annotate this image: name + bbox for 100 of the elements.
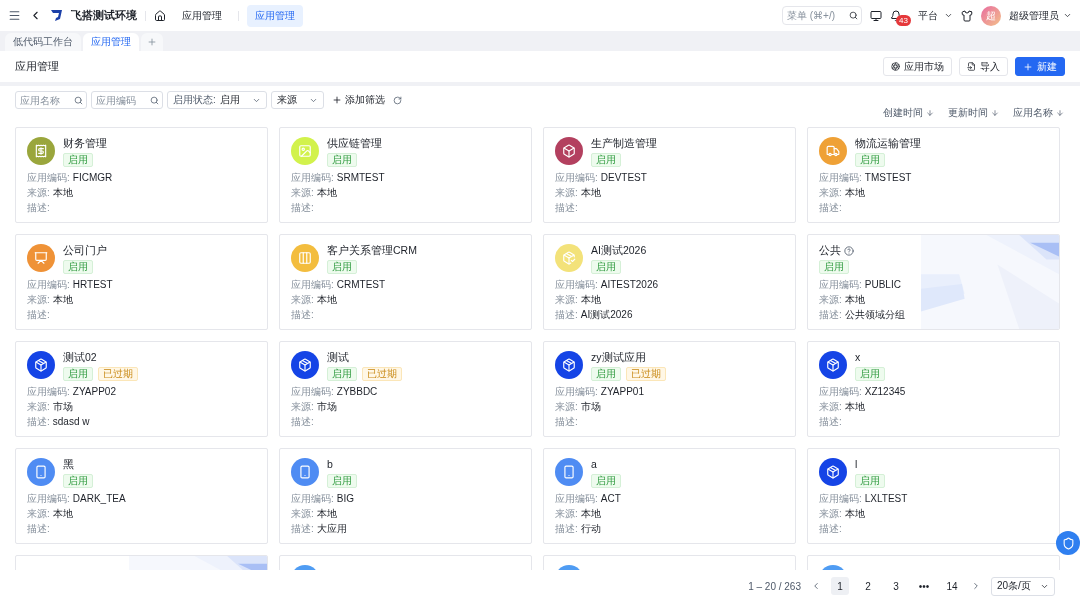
shirt-icon[interactable] [961, 9, 973, 22]
status-tag: 启用 [591, 474, 621, 488]
field-label: 来源: [819, 508, 842, 520]
field-value: ACT [600, 493, 621, 505]
field-label: 描述: [27, 523, 50, 535]
field-value: 市场 [52, 401, 73, 413]
field-value: 本地 [844, 401, 865, 413]
field-label: 应用编码: [555, 172, 598, 184]
field-value: ZYAPP02 [72, 386, 116, 398]
field-value: sdasd w [52, 416, 90, 428]
search-field[interactable]: 应用名称 [15, 91, 87, 109]
app-card[interactable]: 黑 启用 应用编码: DARK_TEA 来源: 本地 描述: [15, 448, 268, 544]
notification-badge: 43 [896, 14, 911, 26]
app-card[interactable]: AI测试2026 启用 应用编码: AITEST2026 来源: 本地 描述: AI测试2026 [543, 234, 796, 330]
app-card[interactable]: 公司门户 启用 应用编码: HRTEST 来源: 本地 描述: [15, 234, 268, 330]
app-card[interactable]: 测试02 启用 已过期 应用编码: ZYAPP02 来源: 市场 描述: sdasd w [15, 341, 268, 437]
field-value: 本地 [580, 508, 601, 520]
field-value: 市场 [316, 401, 337, 413]
status-tag: 启用 [855, 474, 885, 488]
breadcrumb-link[interactable]: 应用管理 [174, 4, 230, 27]
add-filter-button[interactable]: 添加筛选 [328, 93, 389, 107]
field-value: 本地 [844, 187, 865, 199]
field-label: 描述: [555, 523, 578, 535]
page-button[interactable]: ••• [915, 577, 933, 595]
aperture-icon [891, 62, 900, 71]
help-float-button[interactable] [1056, 531, 1080, 555]
filter-select[interactable]: 启用状态: 启用 [167, 91, 267, 109]
app-card[interactable]: zy测试应用 启用 已过期 应用编码: ZYAPP01 来源: 市场 描述: [543, 341, 796, 437]
app-card[interactable]: a 启用 应用编码: ACT 来源: 本地 描述: 行动 [543, 448, 796, 544]
page-tab[interactable]: 低代码工作台 [5, 33, 81, 51]
import-button[interactable]: 导入 [959, 57, 1008, 76]
field-label: 应用编码: [555, 279, 598, 291]
app-card[interactable]: 生产制造管理 启用 应用编码: DEVTEST 来源: 本地 描述: [543, 127, 796, 223]
logo-icon [50, 9, 63, 22]
field-label: 描述: [555, 309, 578, 321]
field-value: 本地 [316, 187, 337, 199]
app-card[interactable]: 测试 启用 已过期 应用编码: ZYBBDC 来源: 市场 描述: [279, 341, 532, 437]
field-label: 描述: [27, 416, 50, 428]
app-card[interactable]: b 启用 应用编码: BIG 来源: 本地 描述: 大应用 [279, 448, 532, 544]
field-label: 描述: [27, 202, 50, 214]
field-value: DEVTEST [600, 172, 647, 184]
field-label: 描述: [819, 523, 842, 535]
page-button[interactable]: 14 [943, 577, 961, 595]
prev-page-icon[interactable] [811, 581, 821, 591]
refresh-icon[interactable] [393, 95, 402, 105]
field-label: 描述: [819, 202, 842, 214]
field-value: 本地 [52, 187, 73, 199]
field-label: 应用编码: [291, 493, 334, 505]
field-value: XZ12345 [864, 386, 906, 398]
app-card[interactable]: 公共 启用 应用编码: PUBLIC 来源: 本地 描述: 公共领域分组 [807, 234, 1060, 330]
create-button[interactable]: 新建 [1015, 57, 1065, 76]
app-card[interactable]: 供应链管理 启用 应用编码: SRMTEST 来源: 本地 描述: [279, 127, 532, 223]
app-name: 物流运输管理 [855, 137, 921, 150]
status-tag: 启用 [591, 260, 621, 274]
page-button[interactable]: 1 [831, 577, 849, 595]
caret-icon [944, 11, 953, 20]
sort-button[interactable]: 应用名称 [1013, 106, 1064, 120]
field-label: 描述: [555, 202, 578, 214]
app-card[interactable]: x 启用 应用编码: XZ12345 来源: 本地 描述: [807, 341, 1060, 437]
user-dropdown[interactable]: 超级管理员 [1009, 8, 1072, 23]
breadcrumb-current[interactable]: 应用管理 [247, 4, 303, 27]
app-card[interactable]: 物流运输管理 启用 应用编码: TMSTEST 来源: 本地 描述: [807, 127, 1060, 223]
app-name: 公司门户 [63, 244, 107, 257]
app-name: a [591, 458, 597, 471]
field-value: FICMGR [72, 172, 113, 184]
field-label: 来源: [555, 401, 578, 413]
app-card[interactable]: 客户关系管理CRM 启用 应用编码: CRMTEST 来源: 本地 描述: [279, 234, 532, 330]
page-button[interactable]: 3 [887, 577, 905, 595]
platform-dropdown[interactable]: 平台 [918, 8, 953, 23]
sort-button[interactable]: 创建时间 [883, 106, 934, 120]
search-icon [150, 95, 159, 105]
field-label: 来源: [27, 294, 50, 306]
field-label: 应用编码: [291, 386, 334, 398]
sort-button[interactable]: 更新时间 [948, 106, 999, 120]
monitor-icon[interactable] [870, 9, 882, 22]
field-value: 本地 [316, 508, 337, 520]
home-icon[interactable] [154, 9, 166, 22]
field-label: 来源: [819, 294, 842, 306]
status-tag: 启用 [63, 260, 93, 274]
app-card[interactable]: 财务管理 启用 应用编码: FICMGR 来源: 本地 描述: [15, 127, 268, 223]
field-value: 本地 [580, 294, 601, 306]
plus-icon [147, 37, 157, 47]
app-card[interactable]: l 启用 应用编码: LXLTEST 来源: 本地 描述: [807, 448, 1060, 544]
help-icon[interactable] [844, 245, 854, 256]
status-tag: 已过期 [626, 367, 666, 381]
field-value: AI测试2026 [580, 309, 633, 321]
next-page-icon[interactable] [971, 581, 981, 591]
shield-icon [1061, 536, 1075, 550]
market-button[interactable]: 应用市场 [883, 57, 952, 76]
field-label: 来源: [555, 294, 578, 306]
menu-icon[interactable] [8, 9, 21, 22]
menu-search-field[interactable]: 菜单 (⌘+/) [782, 6, 862, 25]
page-size-select[interactable]: 20条/页 [991, 576, 1055, 596]
field-value: 公共领域分组 [844, 309, 905, 321]
field-value: PUBLIC [864, 279, 901, 291]
filter-select[interactable]: 来源 [271, 91, 324, 109]
page-button[interactable]: 2 [859, 577, 877, 595]
status-tag: 启用 [855, 153, 885, 167]
search-field[interactable]: 应用编码 [91, 91, 163, 109]
page-tab[interactable]: 应用管理 [83, 33, 139, 51]
